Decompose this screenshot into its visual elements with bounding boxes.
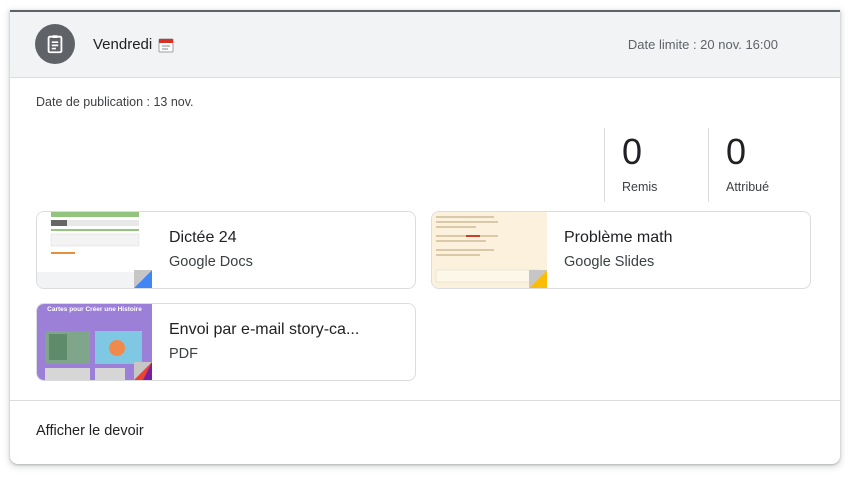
attachment-type: Google Slides (564, 254, 655, 270)
assignment-title: Vendredi (93, 36, 174, 53)
posted-date: Date de publication : 13 nov. (36, 95, 194, 109)
assignment-header[interactable]: Vendredi Date limite : 20 nov. 16:00 (10, 12, 840, 78)
attachment-thumbnail: Cartes pour Créer une Histoire (37, 304, 152, 380)
view-assignment-link[interactable]: Afficher le devoir (36, 423, 144, 439)
attachment-type: PDF (169, 346, 198, 362)
assigned-count: 0 (726, 131, 747, 172)
attachment-title: Dictée 24 (169, 229, 237, 246)
assignment-icon (35, 24, 75, 64)
slides-fold-icon (529, 270, 547, 288)
turned-in-count: 0 (622, 131, 643, 172)
assigned-label: Attribué (726, 180, 770, 194)
calendar-emoji-icon (158, 37, 174, 53)
attachment-probleme-math[interactable]: Problème math Google Slides (431, 211, 811, 289)
attachment-type: Google Docs (169, 254, 253, 270)
attachment-thumbnail (432, 212, 547, 288)
attachment-dictee[interactable]: Dictée 24 Google Docs (36, 211, 416, 289)
pdf-thumbnail-text: Cartes pour Créer une Histoire (47, 306, 142, 313)
footer-divider (10, 400, 840, 401)
docs-fold-icon (134, 270, 152, 288)
attachment-story-cards[interactable]: Cartes pour Créer une Histoire Envoi par… (36, 303, 416, 381)
attachment-thumbnail (37, 212, 152, 288)
due-date: Date limite : 20 nov. 16:00 (627, 37, 778, 52)
pdf-fold-icon (134, 362, 152, 380)
stat-turned-in[interactable]: 0 Remis (604, 128, 657, 202)
assignment-card: Vendredi Date limite : 20 nov. 16:00 Dat… (10, 10, 840, 464)
attachment-title: Envoi par e-mail story-ca... (169, 321, 360, 338)
turned-in-label: Remis (622, 180, 658, 194)
assignment-title-text: Vendredi (93, 36, 153, 53)
stat-assigned[interactable]: 0 Attribué (708, 128, 769, 202)
attachment-title: Problème math (564, 229, 673, 246)
